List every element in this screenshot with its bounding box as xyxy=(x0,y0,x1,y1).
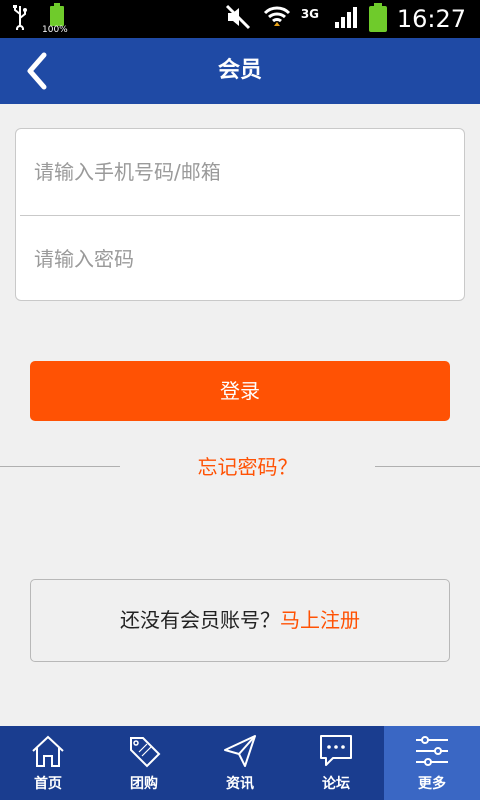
nav-item-news[interactable]: 资讯 xyxy=(192,726,288,800)
battery-percent: 100% xyxy=(42,25,68,35)
sale-tag-icon xyxy=(130,737,161,768)
password-input[interactable] xyxy=(34,216,454,302)
divider-left xyxy=(0,466,120,467)
chat-bubble-icon xyxy=(320,735,352,766)
battery-charged-icon: 100% xyxy=(42,3,76,36)
nav-item-groupbuy[interactable]: 团购 xyxy=(96,726,192,800)
wifi-icon xyxy=(263,4,291,34)
divider-right xyxy=(375,466,480,467)
login-form xyxy=(15,128,465,302)
paper-plane-icon xyxy=(224,735,256,767)
nav-item-more[interactable]: 更多 xyxy=(384,726,480,800)
register-box: 还没有会员账号？马上注册 xyxy=(30,579,450,662)
nav-item-forum[interactable]: 论坛 xyxy=(288,726,384,800)
nav-label-forum: 论坛 xyxy=(322,776,350,792)
usb-icon xyxy=(12,4,28,34)
nav-item-home[interactable]: 首页 xyxy=(0,726,96,800)
app-header: 会员 xyxy=(0,38,480,104)
nav-label-more: 更多 xyxy=(418,776,446,792)
settings-sliders-icon xyxy=(416,736,448,766)
bottom-nav: 首页 团购 资讯 论坛 更多 xyxy=(0,726,480,800)
page-title: 会员 xyxy=(217,58,262,83)
register-link[interactable]: 马上注册 xyxy=(280,608,360,632)
phone-email-input[interactable] xyxy=(34,129,454,215)
status-bar: 100% 3G 16:27 xyxy=(0,0,480,38)
nav-label-news: 资讯 xyxy=(226,776,254,792)
register-prompt: 还没有会员账号？ xyxy=(120,608,280,632)
mute-icon xyxy=(225,4,253,34)
nav-label-home: 首页 xyxy=(34,776,62,792)
forgot-password-link[interactable]: 忘记密码？ xyxy=(120,450,375,484)
login-button[interactable]: 登录 xyxy=(30,361,450,421)
battery-icon xyxy=(368,3,387,32)
network-type: 3G xyxy=(300,7,320,21)
password-row xyxy=(16,216,464,302)
clock: 16:27 xyxy=(396,5,466,33)
home-icon xyxy=(32,735,64,767)
nav-label-groupbuy: 团购 xyxy=(130,776,158,792)
signal-icon xyxy=(333,4,359,34)
phone-email-row xyxy=(16,129,464,215)
